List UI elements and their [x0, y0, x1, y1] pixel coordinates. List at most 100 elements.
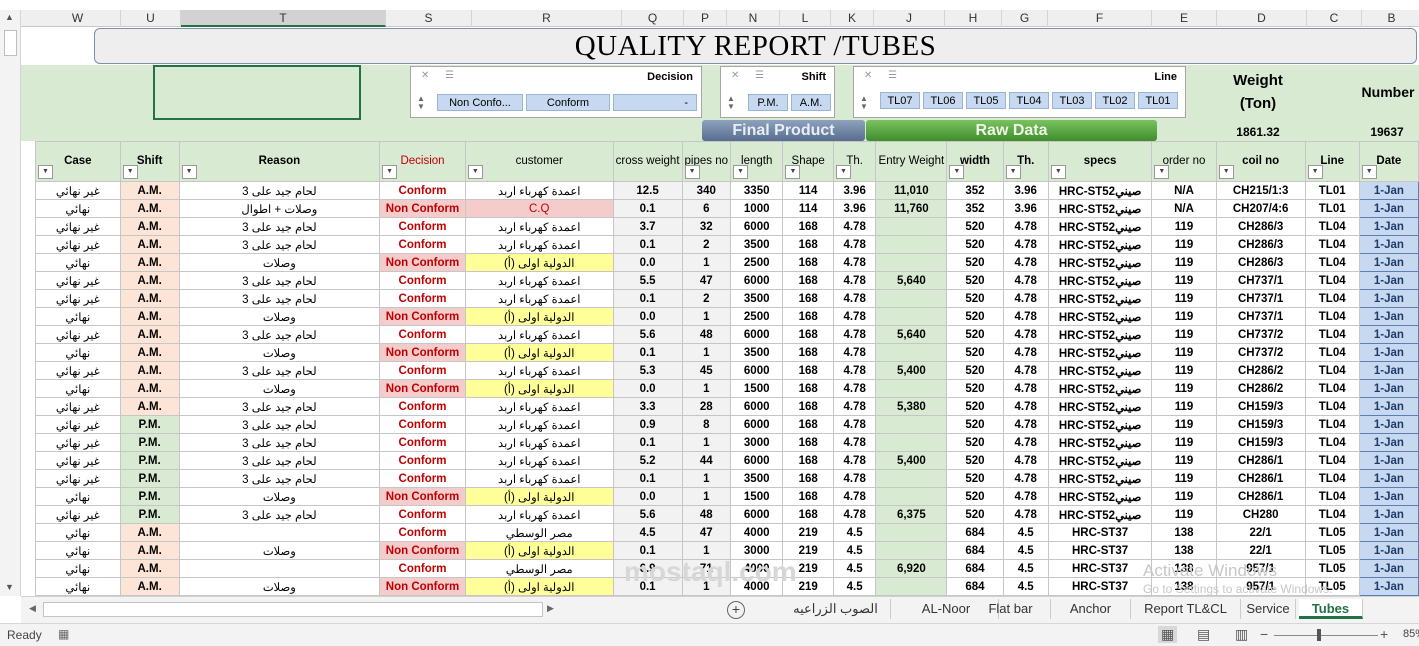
- table-cell[interactable]: Conform: [379, 415, 466, 434]
- table-cell[interactable]: 340: [681, 181, 732, 200]
- table-cell[interactable]: 1-Jan: [1358, 307, 1419, 326]
- table-cell[interactable]: نهائي: [35, 541, 121, 560]
- sheet-tab[interactable]: Flat bar: [971, 599, 1051, 619]
- table-cell[interactable]: CH737/2: [1215, 325, 1306, 344]
- table-cell[interactable]: Conform: [379, 559, 466, 578]
- table-cell[interactable]: 4.78: [832, 433, 877, 452]
- table-cell[interactable]: 520: [946, 217, 1004, 236]
- table-cell[interactable]: 4.78: [832, 271, 877, 290]
- table-cell[interactable]: A.M.: [119, 343, 180, 362]
- table-cell[interactable]: 168: [782, 253, 834, 272]
- column-header-q[interactable]: Q: [622, 10, 684, 27]
- table-cell[interactable]: 684: [946, 577, 1004, 596]
- table-cell[interactable]: A.M.: [119, 541, 180, 560]
- table-cell[interactable]: 1-Jan: [1358, 469, 1419, 488]
- table-cell[interactable]: 168: [782, 361, 834, 380]
- table-cell[interactable]: 520: [946, 451, 1004, 470]
- decision-slicer[interactable]: ✕ ☰ Decision ▲ ▼ Non Confo... Conform -: [410, 66, 702, 118]
- table-cell[interactable]: وصلات: [178, 253, 381, 272]
- table-cell[interactable]: CH207/4:6: [1215, 199, 1306, 218]
- table-cell[interactable]: 119: [1151, 379, 1217, 398]
- table-cell[interactable]: لحام جيد على 3: [178, 325, 381, 344]
- table-cell[interactable]: Non Conform: [379, 487, 466, 506]
- table-cell[interactable]: 4000: [730, 523, 784, 542]
- scroll-left-icon[interactable]: ◀: [29, 603, 36, 614]
- table-cell[interactable]: 119: [1151, 289, 1217, 308]
- macro-record-icon[interactable]: ▦: [58, 627, 69, 641]
- table-cell[interactable]: لحام جيد على 3: [178, 235, 381, 254]
- table-cell[interactable]: TL05: [1304, 541, 1360, 560]
- table-cell[interactable]: TL05: [1304, 523, 1360, 542]
- table-cell[interactable]: TL04: [1304, 289, 1360, 308]
- table-cell[interactable]: 3000: [730, 433, 784, 452]
- table-cell[interactable]: 4.5: [832, 577, 877, 596]
- clear-filter-icon[interactable]: ✕: [731, 70, 739, 81]
- header-cell[interactable]: Decision ▼: [379, 141, 466, 182]
- table-cell[interactable]: 168: [782, 379, 834, 398]
- filter-dropdown-icon[interactable]: ▼: [1361, 165, 1377, 179]
- table-cell[interactable]: 520: [946, 289, 1004, 308]
- table-cell[interactable]: [875, 253, 948, 272]
- table-cell[interactable]: TL04: [1304, 487, 1360, 506]
- table-cell[interactable]: 6000: [730, 505, 784, 524]
- table-cell[interactable]: 1-Jan: [1358, 523, 1419, 542]
- slicer-item-non-conform[interactable]: Non Confo...: [437, 94, 523, 111]
- table-cell[interactable]: 4.5: [1002, 541, 1049, 560]
- filter-dropdown-icon[interactable]: ▼: [785, 165, 801, 179]
- table-cell[interactable]: 2500: [730, 253, 784, 272]
- table-cell[interactable]: 1-Jan: [1358, 541, 1419, 560]
- table-cell[interactable]: 4.78: [1002, 289, 1049, 308]
- table-cell[interactable]: CH737/1: [1215, 307, 1306, 326]
- table-cell[interactable]: 1-Jan: [1358, 235, 1419, 254]
- column-header-w[interactable]: W: [35, 10, 121, 27]
- table-cell[interactable]: TL01: [1304, 181, 1360, 200]
- table-cell[interactable]: HRC-ST52صيني: [1047, 253, 1153, 272]
- table-cell[interactable]: 168: [782, 415, 834, 434]
- table-cell[interactable]: اعمدة كهرباء اربد: [464, 397, 614, 416]
- table-cell[interactable]: 119: [1151, 343, 1217, 362]
- header-cell[interactable]: Th. ▼: [1002, 141, 1049, 182]
- table-cell[interactable]: 4.78: [832, 289, 877, 308]
- table-cell[interactable]: لحام جيد على 3: [178, 469, 381, 488]
- table-cell[interactable]: 520: [946, 379, 1004, 398]
- header-cell[interactable]: Shift ▼: [119, 141, 180, 182]
- table-cell[interactable]: 520: [946, 487, 1004, 506]
- table-cell[interactable]: 119: [1151, 361, 1217, 380]
- table-cell[interactable]: 1: [681, 253, 732, 272]
- table-cell[interactable]: CH159/3: [1215, 397, 1306, 416]
- page-layout-icon[interactable]: ▤: [1197, 626, 1210, 643]
- table-cell[interactable]: 6000: [730, 415, 784, 434]
- column-header-l[interactable]: L: [780, 10, 831, 27]
- table-cell[interactable]: وصلات + اطوال: [178, 199, 381, 218]
- table-cell[interactable]: HRC-ST52صيني: [1047, 379, 1153, 398]
- table-cell[interactable]: 4.78: [832, 253, 877, 272]
- table-cell[interactable]: Conform: [379, 397, 466, 416]
- table-cell[interactable]: A.M.: [119, 289, 180, 308]
- table-cell[interactable]: HRC-ST52صيني: [1047, 451, 1153, 470]
- table-cell[interactable]: الدولية اولى (أ): [464, 343, 614, 362]
- table-cell[interactable]: C.Q: [464, 199, 614, 218]
- table-cell[interactable]: 4.78: [1002, 343, 1049, 362]
- table-cell[interactable]: CH286/2: [1215, 379, 1306, 398]
- table-cell[interactable]: A.M.: [119, 577, 180, 596]
- column-header-r[interactable]: R: [472, 10, 622, 27]
- slicer-item-tl04[interactable]: TL04: [1009, 92, 1049, 109]
- table-cell[interactable]: TL04: [1304, 505, 1360, 524]
- zoom-out-icon[interactable]: −: [1260, 626, 1268, 642]
- table-cell[interactable]: غير نهائي: [35, 289, 121, 308]
- table-cell[interactable]: لحام جيد على 3: [178, 217, 381, 236]
- table-cell[interactable]: 168: [782, 469, 834, 488]
- table-cell[interactable]: 5,400: [875, 451, 948, 470]
- table-cell[interactable]: 6000: [730, 397, 784, 416]
- table-cell[interactable]: 1-Jan: [1358, 487, 1419, 506]
- table-cell[interactable]: 520: [946, 307, 1004, 326]
- table-cell[interactable]: A.M.: [119, 253, 180, 272]
- table-cell[interactable]: 3500: [730, 469, 784, 488]
- slicer-item-pm[interactable]: P.M.: [748, 94, 788, 111]
- zoom-in-icon[interactable]: +: [1380, 626, 1388, 642]
- table-cell[interactable]: مصر الوسطي: [464, 523, 614, 542]
- table-cell[interactable]: 5.2: [612, 451, 683, 470]
- table-cell[interactable]: 4.78: [1002, 397, 1049, 416]
- table-cell[interactable]: Non Conform: [379, 379, 466, 398]
- column-header-p[interactable]: P: [684, 10, 727, 27]
